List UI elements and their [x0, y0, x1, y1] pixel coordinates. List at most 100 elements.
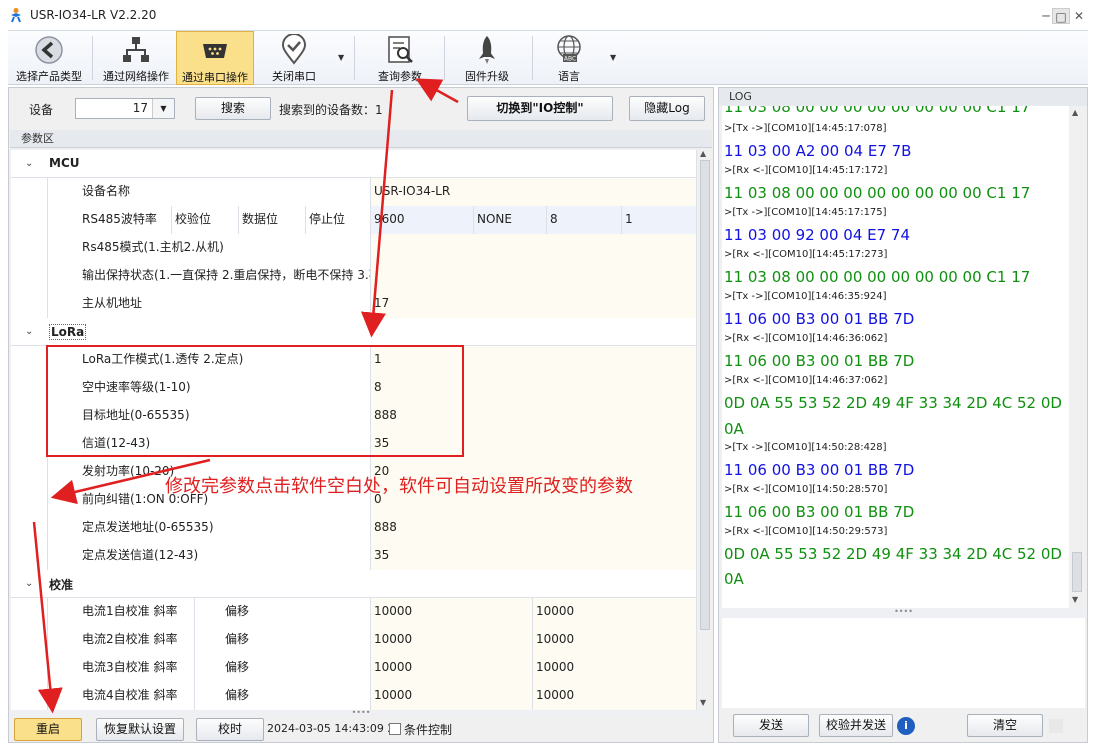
category-mcu[interactable]: ⌄ MCU	[11, 150, 696, 178]
restore-defaults-button[interactable]: 恢复默认设置	[96, 718, 184, 741]
bottom-bar: 重启 恢复默认设置 校时 2024-03-05 14:43:09 2 条件控制	[10, 716, 712, 742]
scroll-up-icon[interactable]: ▲	[1072, 108, 1078, 117]
log-line: 11 03 08 00 00 00 00 00 00 00 00 C1 17	[724, 106, 1031, 116]
query-params-button[interactable]: 查询参数	[360, 31, 440, 85]
maximize-button[interactable]: □	[1052, 8, 1070, 24]
category-lora[interactable]: ⌄ LoRa	[11, 318, 696, 346]
select-product-type-button[interactable]: 选择产品类型	[10, 31, 88, 85]
param-row-current3[interactable]: 电流3自校准 斜率 偏移 10000 10000	[11, 654, 696, 682]
log-line: 11 06 00 B3 00 01 BB 7D	[724, 310, 915, 328]
device-row: 设备 17 ▼ 搜索 搜索到的设备数：1 切换到"IO控制" 隐藏Log	[9, 88, 713, 128]
log-line: >[Rx <-][COM10][14:45:17:273]	[724, 249, 888, 260]
log-panel: LOG 11 03 08 00 00 00 00 00 00 00 00 C1 …	[718, 87, 1088, 743]
param-row-current2[interactable]: 电流2自校准 斜率 偏移 10000 10000	[11, 626, 696, 654]
send-input[interactable]	[722, 618, 1085, 708]
tool-label: 语言	[558, 70, 580, 83]
title-bar: USR-IO34-LR V2.2.20 ─ □ ✕	[0, 0, 1096, 30]
condition-control-label: 条件控制	[404, 723, 453, 737]
param-row-current4[interactable]: 电流4自校准 斜率 偏移 10000 10000	[11, 682, 696, 710]
send-button[interactable]: 发送	[733, 714, 809, 737]
window-title: USR-IO34-LR V2.2.20	[30, 8, 157, 22]
grid-scrollbar[interactable]: ▲ ▼	[696, 149, 712, 710]
param-row-output-hold[interactable]: 输出保持状态(1.一直保持 2.重启保持，断电不保持 3.不	[11, 262, 696, 290]
datetime-display: 2024-03-05 14:43:09 2	[267, 722, 395, 735]
scroll-down-icon[interactable]: ▼	[700, 698, 706, 707]
log-line: 11 06 00 B3 00 01 BB 7D	[724, 461, 915, 479]
category-calibration[interactable]: ⌄ 校准	[11, 570, 696, 598]
param-row-rs485-mode[interactable]: Rs485模式(1.主机2.从机)	[11, 234, 696, 262]
log-line: 0D 0A 55 53 52 2D 49 4F 33 34 2D 4C 52 0…	[724, 394, 1062, 412]
close-serial-button[interactable]: 关闭串口	[256, 31, 332, 85]
tool-label: 关闭串口	[272, 70, 316, 83]
param-row-master-slave[interactable]: 主从机地址 17	[11, 290, 696, 318]
param-row-fixed-channel[interactable]: 定点发送信道(12-43) 35	[11, 542, 696, 570]
tool-label: 通过网络操作	[103, 70, 169, 83]
tool-label: 查询参数	[378, 70, 422, 83]
clear-button[interactable]: 清空	[967, 714, 1043, 737]
log-line: >[Rx <-][COM10][14:50:29:573]	[724, 526, 888, 537]
language-button[interactable]: ABC 语言	[536, 31, 602, 85]
tool-label: 选择产品类型	[16, 70, 82, 83]
switch-io-control-button[interactable]: 切换到"IO控制"	[467, 96, 613, 121]
serial-operation-button[interactable]: 通过串口操作	[176, 31, 254, 85]
rocket-icon	[479, 36, 495, 64]
app-logo-icon	[11, 8, 21, 23]
log-line: >[Rx <-][COM10][14:45:17:172]	[724, 165, 888, 176]
log-line: >[Tx ->][COM10][14:50:28:428]	[724, 442, 887, 453]
chevron-down-icon[interactable]: ⌄	[25, 158, 33, 169]
network-operation-button[interactable]: 通过网络操作	[96, 31, 176, 85]
log-line: 11 03 08 00 00 00 00 00 00 00 00 C1 17	[724, 268, 1031, 286]
color-swatch	[1049, 719, 1063, 733]
scroll-up-icon[interactable]: ▲	[700, 149, 706, 158]
restart-button[interactable]: 重启	[14, 718, 82, 741]
log-line: 11 06 00 B3 00 01 BB 7D	[724, 352, 915, 370]
log-line: >[Tx ->][COM10][14:46:35:924]	[724, 291, 887, 302]
lora-highlight-box	[46, 345, 464, 457]
annotation-text: 修改完参数点击软件空白处，软件可自动设置所改变的参数	[165, 476, 633, 497]
globe-abc-icon: ABC	[557, 35, 581, 63]
param-row-current1[interactable]: 电流1自校准 斜率 偏移 10000 10000	[11, 598, 696, 626]
log-line: >[Rx <-][COM10][14:50:28:570]	[724, 484, 888, 495]
chevron-down-icon[interactable]: ▼	[610, 53, 616, 62]
log-line: 11 06 00 B3 00 01 BB 7D	[724, 503, 915, 521]
log-line: 0D 0A 55 53 52 2D 49 4F 33 34 2D 4C 52 0…	[724, 545, 1062, 563]
sync-time-button[interactable]: 校时	[196, 718, 264, 741]
firmware-upgrade-button[interactable]: 固件升级	[448, 31, 526, 85]
check-send-button[interactable]: 校验并发送	[819, 714, 893, 737]
log-line: 11 03 00 A2 00 04 E7 7B	[724, 142, 912, 160]
svg-text:ABC: ABC	[564, 56, 576, 63]
checkmark-pin-icon	[281, 34, 307, 65]
log-actions: 发送 校验并发送 i 清空	[719, 710, 1087, 742]
back-arrow-icon	[35, 36, 63, 64]
search-button[interactable]: 搜索	[195, 97, 271, 120]
toolbar: 选择产品类型 通过网络操作 通过串口操作 关闭串口 ▼ 查询参数 固件升级 AB…	[8, 30, 1088, 85]
log-line: >[Rx <-][COM10][14:46:36:062]	[724, 333, 888, 344]
chevron-down-icon[interactable]: ▼	[338, 53, 344, 62]
scroll-thumb[interactable]	[1072, 552, 1082, 592]
device-select[interactable]: 17 ▼	[75, 98, 175, 119]
param-row-rs485[interactable]: RS485波特率 校验位 数据位 停止位 9600 NONE 8 1	[11, 206, 696, 234]
tool-label: 固件升级	[465, 70, 509, 83]
tool-label: 通过串口操作	[182, 71, 248, 84]
log-splitter[interactable]: ••••	[722, 608, 1085, 618]
log-line: 0A	[724, 420, 744, 438]
serial-port-icon	[203, 44, 227, 58]
condition-control-checkbox[interactable]	[389, 723, 401, 735]
chevron-down-icon[interactable]: ⌄	[25, 326, 33, 337]
param-row-device-name[interactable]: 设备名称 USR-IO34-LR	[11, 178, 696, 206]
scroll-thumb[interactable]	[700, 160, 710, 630]
hide-log-button[interactable]: 隐藏Log	[629, 96, 705, 121]
param-row-fixed-address[interactable]: 定点发送地址(0-65535) 888	[11, 514, 696, 542]
chevron-down-icon[interactable]: ⌄	[25, 578, 33, 589]
chevron-down-icon[interactable]: ▼	[152, 99, 174, 118]
log-header: LOG	[719, 88, 1087, 106]
log-output[interactable]: 11 03 08 00 00 00 00 00 00 00 00 C1 17 >…	[722, 106, 1069, 608]
close-button[interactable]: ✕	[1070, 8, 1088, 24]
network-icon	[123, 37, 149, 62]
app-window: USR-IO34-LR V2.2.20 ─ □ ✕ 选择产品类型 通过网络操作	[0, 0, 1096, 751]
query-params-icon	[388, 36, 413, 63]
scroll-down-icon[interactable]: ▼	[1072, 595, 1078, 604]
info-icon[interactable]: i	[897, 717, 915, 735]
log-scrollbar[interactable]: ▲ ▼	[1069, 106, 1085, 608]
found-devices-count: 搜索到的设备数：1	[279, 103, 383, 117]
